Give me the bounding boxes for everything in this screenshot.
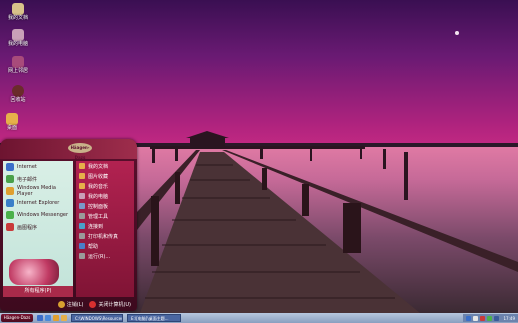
ie-icon[interactable] (45, 315, 51, 321)
menu-item-my-music[interactable]: 我的音乐 (76, 181, 134, 191)
start-menu-header: Häagen-Dazs (0, 139, 137, 160)
ime-icon[interactable] (494, 315, 500, 321)
mail-icon (6, 175, 14, 183)
ice-cream-image (9, 259, 59, 285)
help-icon (79, 243, 85, 249)
taskbar: Häagen-Dazs C:\WINDOWS\Resources... E:\[… (0, 313, 518, 323)
run-icon (79, 253, 85, 259)
paint-icon (6, 223, 14, 231)
volume-icon[interactable] (473, 315, 479, 321)
menu-item-connect-to[interactable]: 连接到 (76, 221, 134, 231)
brand-logo: Häagen-Dazs (68, 143, 92, 160)
clock[interactable]: 17:49 (503, 316, 515, 321)
pictures-icon (79, 173, 85, 179)
all-programs-button[interactable]: 所有程序(P) (3, 286, 73, 297)
taskbar-window-themes[interactable]: E:\[电脑]\桌面主题... (127, 314, 181, 322)
desktop-icon-recycle-bin[interactable]: 回收站 (0, 85, 36, 103)
menu-item-paint[interactable]: 画图程序 (3, 221, 73, 233)
messenger-icon[interactable] (487, 315, 493, 321)
computer-icon (12, 29, 24, 41)
menu-item-control-panel[interactable]: 控制面板 (76, 201, 134, 211)
shutdown-button[interactable]: 关闭计算机(U) (89, 300, 131, 308)
folder-icon (6, 113, 18, 125)
menu-item-help[interactable]: 帮助 (76, 241, 134, 251)
menu-item-admin-tools[interactable]: 管理工具 (76, 211, 134, 221)
recycle-bin-icon (12, 85, 24, 97)
desktop-icon[interactable] (37, 315, 43, 321)
network-icon[interactable] (466, 315, 472, 321)
quick-launch (37, 315, 67, 321)
globe-icon (6, 163, 14, 171)
menu-item-messenger[interactable]: Windows Messenger (3, 209, 73, 221)
desktop-icon-my-computer[interactable]: 我的电脑 (0, 29, 36, 47)
messenger-icon (6, 211, 14, 219)
menu-item-internet[interactable]: Internet (3, 161, 73, 173)
start-menu-places-list: 我的文档 图片收藏 我的音乐 我的电脑 控制面板 管理工具 连接到 打印机和传真… (76, 161, 134, 297)
printer-icon (79, 233, 85, 239)
network-icon (79, 223, 85, 229)
antivirus-icon[interactable] (480, 315, 486, 321)
power-icon (89, 300, 97, 308)
media-player-icon (6, 187, 14, 195)
taskbar-window-resources[interactable]: C:\WINDOWS\Resources... (71, 314, 123, 322)
system-tray: 17:49 (463, 314, 518, 322)
folder-icon (12, 3, 24, 15)
menu-item-media-player[interactable]: Windows Media Player (3, 185, 73, 197)
menu-item-run[interactable]: 运行(R)... (76, 251, 134, 261)
start-menu-pinned-list: Internet 电子邮件 Windows Media Player Inter… (3, 161, 73, 297)
network-icon (12, 56, 24, 68)
desktop-icon-folder[interactable]: 桌面 (0, 113, 30, 131)
desktop-icon-my-documents[interactable]: 我的文档 (0, 3, 36, 21)
start-button[interactable]: Häagen-Dazs (1, 314, 33, 322)
music-icon (79, 183, 85, 189)
menu-item-my-pictures[interactable]: 图片收藏 (76, 171, 134, 181)
folder-icon (79, 163, 85, 169)
ie-icon (6, 199, 14, 207)
desktop: 我的文档 我的电脑 网上邻居 回收站 桌面 Häagen-Dazs Intern… (0, 0, 518, 313)
menu-item-my-computer[interactable]: 我的电脑 (76, 191, 134, 201)
tools-icon (79, 213, 85, 219)
logoff-button[interactable]: 注销(L) (57, 300, 83, 308)
folder-icon[interactable] (61, 315, 67, 321)
start-menu: Häagen-Dazs Internet 电子邮件 Windows Media … (0, 139, 137, 311)
control-panel-icon (79, 203, 85, 209)
computer-icon (79, 193, 85, 199)
menu-item-internet-explorer[interactable]: Internet Explorer (3, 197, 73, 209)
menu-item-my-documents[interactable]: 我的文档 (76, 161, 134, 171)
desktop-icon-network[interactable]: 网上邻居 (0, 56, 36, 74)
menu-item-printers[interactable]: 打印机和传真 (76, 231, 134, 241)
media-player-icon[interactable] (53, 315, 59, 321)
logoff-icon (57, 300, 65, 308)
start-menu-footer: 注销(L) 关闭计算机(U) (0, 297, 137, 311)
menu-item-email[interactable]: 电子邮件 (3, 173, 73, 185)
